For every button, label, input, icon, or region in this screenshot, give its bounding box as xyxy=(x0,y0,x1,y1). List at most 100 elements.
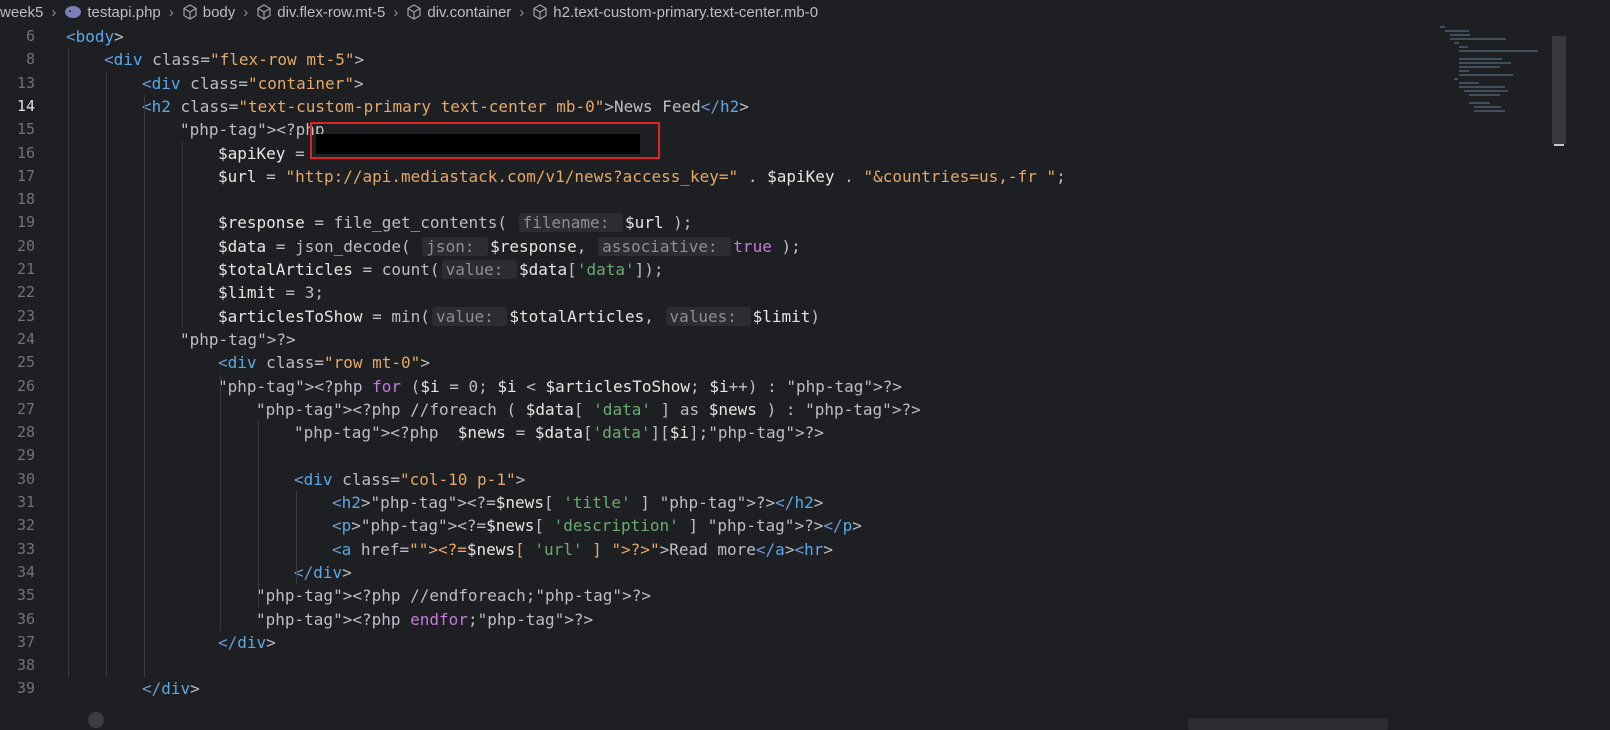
code-line[interactable]: </div> xyxy=(294,561,352,584)
minimap-line xyxy=(1459,66,1500,68)
status-indicator-icon xyxy=(88,712,104,728)
line-number: 25 xyxy=(16,353,35,372)
code-editor[interactable]: 6 8 13 14 15 16 17 18 19 20 21 22 23 24 25 26 27 28 29 30 31… xyxy=(0,24,1548,710)
minimap-line xyxy=(1449,38,1507,40)
minimap-line xyxy=(1449,34,1471,36)
scrollbar-caret-marker xyxy=(1554,144,1564,146)
line-number: 19 xyxy=(16,213,35,232)
breadcrumb-item-week5[interactable]: week5 xyxy=(0,4,43,21)
indent-guide xyxy=(68,48,69,678)
line-number: 31 xyxy=(16,493,35,511)
line-number: 20 xyxy=(16,236,35,255)
minimap-line xyxy=(1459,58,1503,60)
code-line[interactable]: "php-tag"><?php $news = $data['data'][$i… xyxy=(294,421,824,444)
code-line[interactable]: "php-tag"><?php //endforeach;"php-tag">?… xyxy=(256,584,651,607)
line-number: 26 xyxy=(16,376,35,395)
line-number: 38 xyxy=(16,656,35,675)
line-number: 14 xyxy=(16,96,35,115)
line-number: 37 xyxy=(16,632,35,651)
line-number: 27 xyxy=(16,399,35,418)
code-line[interactable]: $url = "http://api.mediastack.com/v1/new… xyxy=(218,165,1066,188)
minimap-line xyxy=(1464,90,1509,92)
cube-icon xyxy=(533,4,547,20)
line-number: 29 xyxy=(16,446,35,465)
line-number: 28 xyxy=(16,423,35,442)
code-line[interactable]: "php-tag"><?php //foreach ( $data[ 'data… xyxy=(256,398,921,421)
code-line[interactable]: <div class="container"> xyxy=(142,72,364,95)
line-number: 34 xyxy=(16,562,35,581)
code-line[interactable]: <p>"php-tag"><?=$news[ 'description' ] "… xyxy=(332,514,862,537)
indent-guide xyxy=(106,71,107,678)
minimap-line xyxy=(1459,50,1539,52)
line-number: 22 xyxy=(16,283,35,302)
line-number: 39 xyxy=(16,679,35,698)
minimap-line xyxy=(1468,94,1501,96)
minimap-line xyxy=(1459,86,1506,88)
php-elephant-icon xyxy=(65,6,82,18)
minimap-line xyxy=(1444,30,1470,32)
cube-icon xyxy=(257,4,271,20)
code-line[interactable]: "php-tag"><?php for ($i = 0; $i < $artic… xyxy=(218,375,902,398)
code-line[interactable]: <div class="col-10 p-1"> xyxy=(294,468,525,491)
breadcrumb-item-h2[interactable]: h2.text-custom-primary.text-center.mb-0 xyxy=(532,4,818,21)
code-line[interactable]: "php-tag">?> xyxy=(180,328,296,351)
chevron-right-icon: › xyxy=(51,3,57,21)
code-line[interactable]: "php-tag"><?php xyxy=(180,118,325,141)
line-number: 13 xyxy=(16,73,35,92)
line-number: 17 xyxy=(16,166,35,185)
line-number: 15 xyxy=(16,120,35,139)
line-number: 35 xyxy=(16,586,35,605)
code-line[interactable]: $response = file_get_contents( filename:… xyxy=(218,211,692,234)
minimap-line xyxy=(1459,74,1514,76)
code-line[interactable]: "php-tag"><?php endfor;"php-tag">?> xyxy=(256,608,593,631)
minimap-line xyxy=(1459,70,1470,72)
code-line[interactable]: <body> xyxy=(66,25,124,48)
line-number: 21 xyxy=(16,260,35,278)
line-number: 18 xyxy=(16,190,35,209)
chevron-right-icon: › xyxy=(393,3,399,21)
status-input-box xyxy=(1188,718,1388,730)
code-line[interactable]: <h2 class="text-custom-primary text-cent… xyxy=(142,95,749,118)
minimap[interactable] xyxy=(1440,24,1540,114)
minimap-line xyxy=(1473,110,1506,112)
indent-guide xyxy=(220,374,221,631)
status-bar xyxy=(0,710,1610,730)
code-line[interactable]: </div> xyxy=(218,631,276,654)
code-line[interactable]: <div class="row mt-0"> xyxy=(218,351,430,374)
cube-icon xyxy=(407,4,421,20)
line-number: 24 xyxy=(16,329,35,348)
minimap-line xyxy=(1440,26,1446,28)
breadcrumb: week5 › testapi.php › body › div.flex-ro… xyxy=(0,0,1610,24)
breadcrumb-item-flex-row[interactable]: div.flex-row.mt-5 xyxy=(256,4,385,21)
code-line[interactable]: $data = json_decode( json: $response, as… xyxy=(218,235,801,258)
indent-guide xyxy=(296,491,297,585)
code-line[interactable]: <div class="flex-row mt-5"> xyxy=(104,48,364,71)
indent-guide xyxy=(182,141,183,328)
code-line[interactable]: </div> xyxy=(142,677,200,700)
chevron-right-icon: › xyxy=(519,3,525,21)
code-line[interactable]: $totalArticles = count(value: $data['dat… xyxy=(218,258,664,281)
minimap-line xyxy=(1459,62,1512,64)
minimap-line xyxy=(1454,78,1459,80)
indent-guide xyxy=(144,94,145,678)
breadcrumb-item-body[interactable]: body xyxy=(182,4,235,21)
code-line[interactable]: <a href=""><?=$news[ 'url' ] ">?>">Read … xyxy=(332,538,833,561)
line-number: 16 xyxy=(16,143,35,162)
breadcrumb-item-container[interactable]: div.container xyxy=(406,4,511,21)
code-line[interactable]: <h2>"php-tag"><?=$news[ 'title' ] "php-t… xyxy=(332,491,823,514)
code-line[interactable]: $articlesToShow = min(value: $totalArtic… xyxy=(218,305,820,328)
vertical-scrollbar[interactable] xyxy=(1550,24,1568,710)
line-number-gutter: 6 8 13 14 15 16 17 18 19 20 21 22 23 24 25 26 27 28 29 30 31… xyxy=(0,24,50,710)
breadcrumb-item-file[interactable]: testapi.php xyxy=(64,4,161,21)
code-area[interactable]: <body> <div class="flex-row mt-5"> <div cl… xyxy=(66,24,1546,710)
line-number: 6 xyxy=(25,27,35,45)
minimap-line xyxy=(1473,106,1502,108)
minimap-line xyxy=(1454,42,1459,44)
scrollbar-thumb[interactable] xyxy=(1552,36,1566,144)
minimap-line xyxy=(1459,46,1469,48)
line-number: 36 xyxy=(16,609,35,628)
chevron-right-icon: › xyxy=(168,3,174,21)
code-line[interactable]: $apiKey = xyxy=(218,142,314,165)
line-number: 23 xyxy=(16,306,35,325)
code-line[interactable]: $limit = 3; xyxy=(218,281,324,304)
